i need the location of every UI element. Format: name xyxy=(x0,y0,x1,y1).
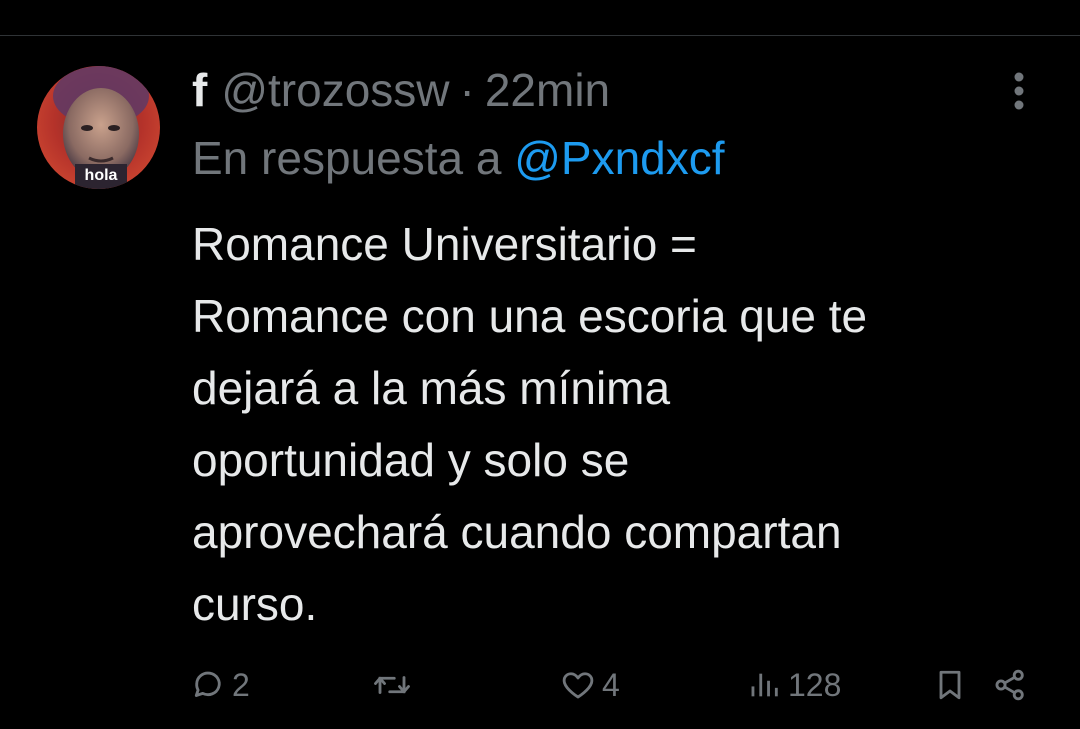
avatar-label: hola xyxy=(85,167,118,184)
header-separator: · xyxy=(459,64,475,116)
top-divider xyxy=(0,35,1080,36)
bookmark-icon xyxy=(939,670,961,700)
reply-to-link[interactable]: @Pxndxcf xyxy=(514,132,724,184)
views-icon xyxy=(751,673,778,697)
share-button[interactable] xyxy=(992,660,1028,710)
reply-count: 2 xyxy=(232,666,250,703)
more-options-button[interactable] xyxy=(1002,68,1036,114)
reply-button[interactable]: 2 xyxy=(190,660,250,710)
avatar[interactable]: hola xyxy=(37,66,160,189)
author-handle[interactable]: @trozossw xyxy=(221,62,449,118)
like-button[interactable]: 4 xyxy=(560,660,620,710)
tweet-actions: 2 4 128 xyxy=(0,660,1080,710)
views-count: 128 xyxy=(788,666,842,703)
reply-context: En respuesta a @Pxndxcf xyxy=(192,130,725,186)
tweet-text: Romance Universitario = Romance con una … xyxy=(192,218,868,630)
retweet-icon xyxy=(374,676,410,694)
bookmark-button[interactable] xyxy=(932,660,968,710)
heart-icon xyxy=(562,672,594,699)
avatar-image: hola xyxy=(37,66,160,189)
reply-icon xyxy=(194,671,221,697)
author-display-name[interactable]: f xyxy=(192,62,207,118)
tweet-time[interactable]: 22min xyxy=(485,62,610,118)
tweet-header: f @trozossw · 22min xyxy=(192,62,610,118)
views-button[interactable]: 128 xyxy=(748,660,841,710)
reply-prefix: En respuesta a xyxy=(192,132,502,184)
share-icon xyxy=(995,669,1024,701)
retweet-button[interactable] xyxy=(372,660,412,710)
more-icon xyxy=(1014,72,1024,110)
like-count: 4 xyxy=(602,666,620,703)
